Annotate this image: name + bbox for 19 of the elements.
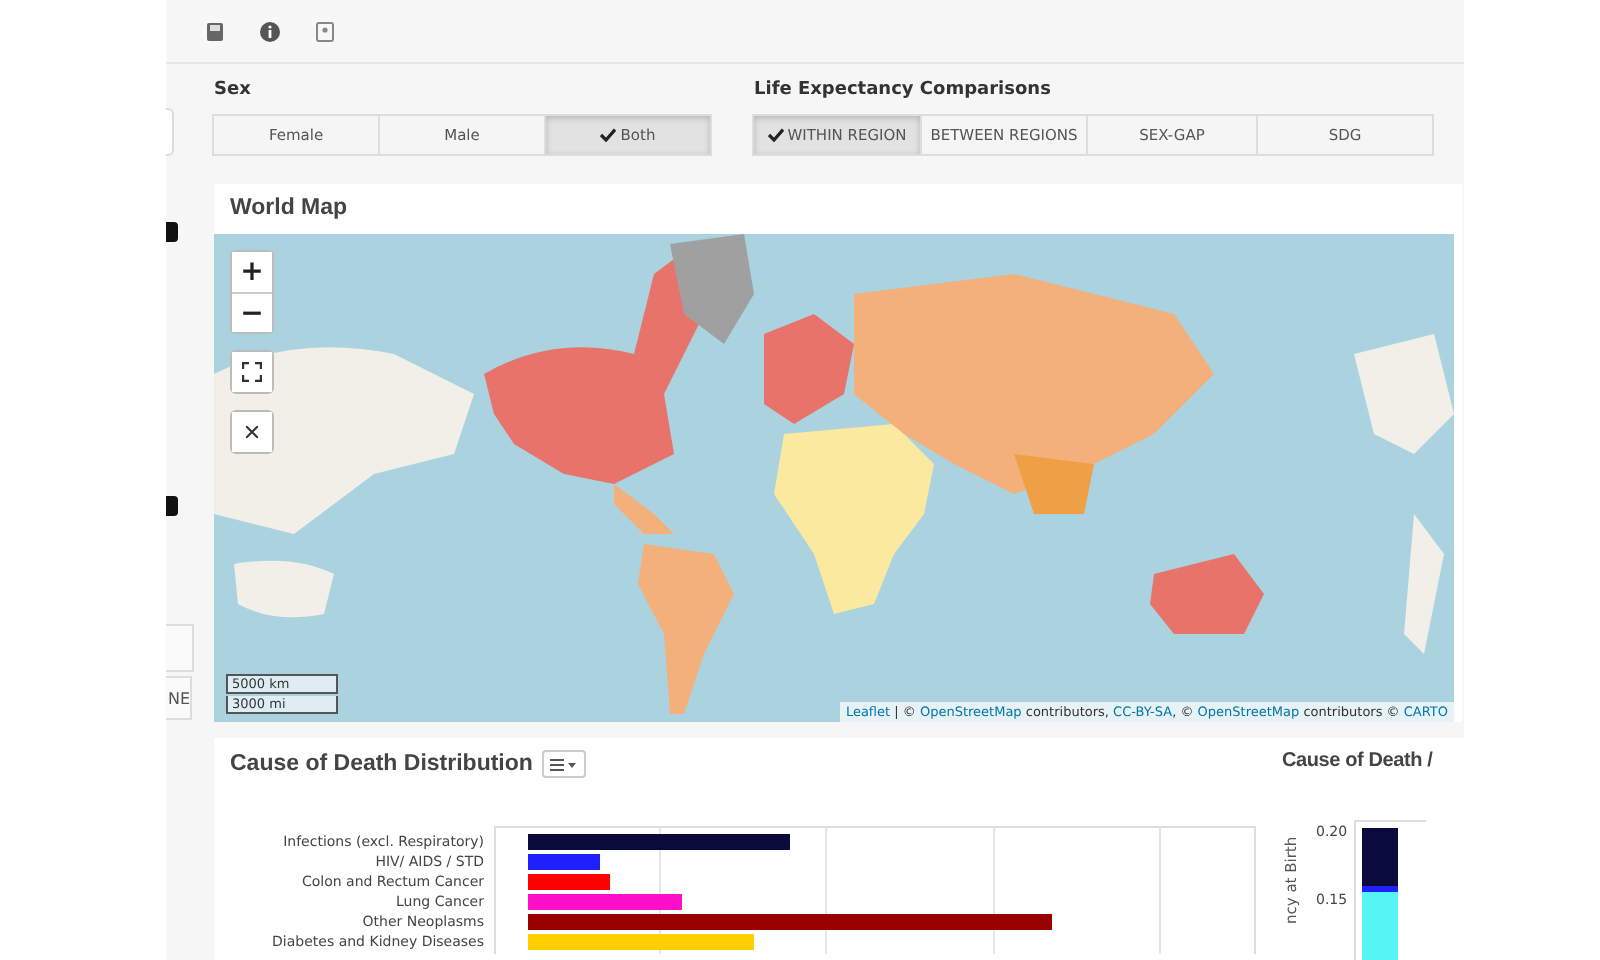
fullscreen-icon (242, 362, 262, 382)
info-icon[interactable] (260, 21, 280, 41)
dark-badge (166, 496, 178, 516)
menu-icon (550, 757, 579, 771)
zoom-out-button[interactable]: − (232, 292, 272, 332)
dark-badge (166, 222, 178, 242)
card-title: Cause of Death Distribution (230, 752, 533, 776)
card-title: Cause of Death / (1282, 748, 1435, 772)
field-label: Sex (214, 80, 253, 104)
reset-view-button[interactable] (232, 412, 272, 452)
card-title: World Map (228, 194, 350, 224)
document-icon[interactable] (316, 21, 334, 41)
sidebar-button[interactable]: NE (166, 676, 192, 720)
menu-button[interactable] (542, 750, 587, 778)
check-icon (600, 128, 617, 142)
check-icon (767, 128, 784, 142)
field-label: Life Expectancy Comparisons (754, 80, 1053, 104)
save-icon[interactable] (206, 21, 224, 41)
fullscreen-button[interactable] (232, 352, 272, 392)
